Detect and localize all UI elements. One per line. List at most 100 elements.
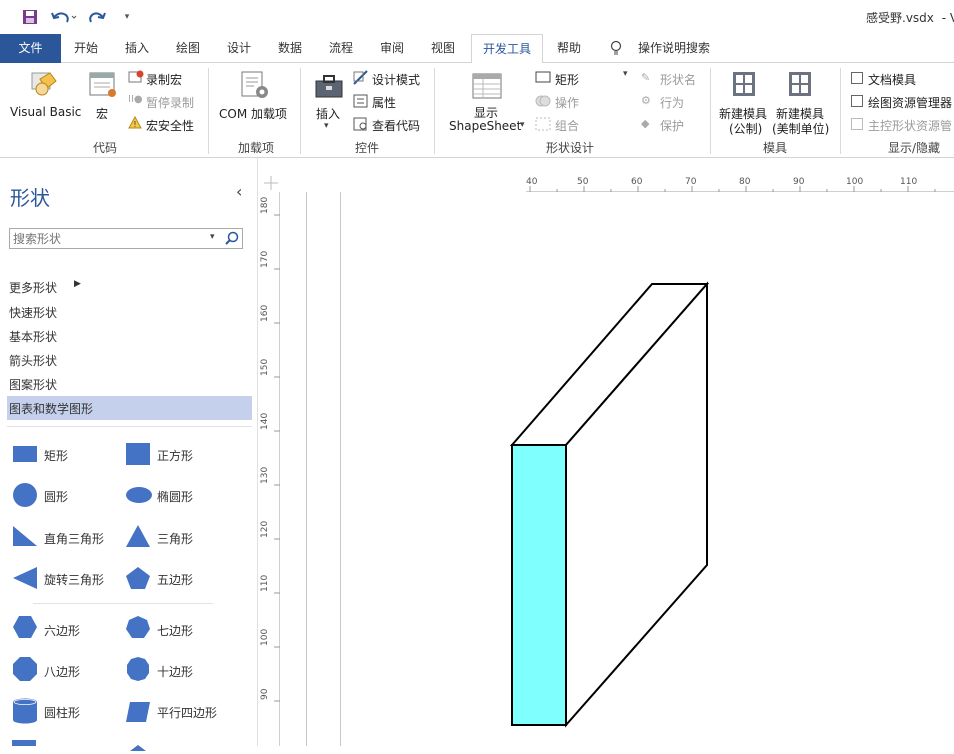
circle-shape-icon[interactable]	[12, 482, 38, 511]
undo-icon[interactable]	[48, 7, 80, 27]
properties-button[interactable]: 属性	[372, 94, 396, 111]
shapesheet-dropdown-icon[interactable]: ▾	[520, 120, 525, 130]
tab-home[interactable]: 开始	[66, 34, 106, 63]
tab-design[interactable]: 设计	[219, 34, 259, 63]
operations-icon	[535, 94, 551, 111]
rectangle-tool-button[interactable]: 矩形	[555, 71, 579, 88]
search-input[interactable]	[10, 229, 206, 248]
right-triangle-shape-icon[interactable]	[12, 525, 38, 550]
rectangle-dropdown-icon[interactable]: ▾	[623, 69, 628, 79]
svg-text:!: !	[133, 120, 136, 129]
view-code-icon	[353, 117, 369, 134]
more-shapes-menu[interactable]: 更多形状	[9, 279, 57, 296]
tab-insert[interactable]: 插入	[117, 34, 157, 63]
shape-label[interactable]: 十边形	[157, 663, 193, 680]
tab-help[interactable]: 帮助	[549, 34, 589, 63]
toolbox-icon	[314, 73, 346, 104]
square-shape-icon[interactable]	[125, 442, 151, 469]
tab-review[interactable]: 审阅	[372, 34, 412, 63]
category-pattern-shapes[interactable]: 图案形状	[9, 376, 57, 393]
design-mode-icon	[353, 70, 369, 88]
shape-label[interactable]: 圆形	[44, 488, 68, 505]
drawing-explorer-checkbox[interactable]	[851, 95, 863, 107]
shape-label[interactable]: 七边形	[157, 622, 193, 639]
shape-label[interactable]: 矩形	[44, 447, 68, 464]
tab-draw[interactable]: 绘图	[168, 34, 208, 63]
search-dropdown-icon[interactable]: ▾	[210, 232, 215, 242]
shape-label[interactable]: 平行四边形	[157, 704, 217, 721]
h-tick-label: 110	[900, 177, 918, 187]
search-box: ▾	[9, 228, 243, 249]
new-stencil-us-icon	[788, 71, 812, 100]
octagon-shape-icon[interactable]	[12, 656, 38, 685]
view-code-button[interactable]: 查看代码	[372, 117, 420, 134]
macro-button[interactable]: 宏	[96, 105, 108, 122]
category-charts-math[interactable]: 图表和数学图形	[9, 400, 93, 417]
us-units-label: (美制单位)	[772, 122, 830, 136]
chevron-right-icon: ▶	[74, 279, 81, 289]
doc-stencil-checkbox[interactable]	[851, 72, 863, 84]
hexagon-shape-icon[interactable]	[12, 615, 38, 642]
macro-security-button[interactable]: 宏安全性	[146, 117, 194, 134]
shape-label[interactable]: 圆柱形	[44, 704, 80, 721]
visual-basic-icon	[28, 69, 60, 102]
lightbulb-icon[interactable]	[606, 34, 626, 63]
h-tick-label: 60	[631, 177, 643, 187]
tab-developer[interactable]: 开发工具	[471, 34, 543, 64]
v-tick-label: 170	[260, 250, 270, 268]
design-mode-button[interactable]: 设计模式	[372, 71, 420, 88]
category-basic-shapes[interactable]: 基本形状	[9, 328, 57, 345]
ribbon: Visual Basic 宏 录制宏 II● 暂停录制 ! 宏安全性 代码 CO…	[0, 63, 954, 158]
com-addins-button[interactable]: COM 加载项	[219, 105, 287, 122]
tab-view[interactable]: 视图	[423, 34, 463, 63]
shape-label[interactable]: 旋转三角形	[44, 571, 104, 588]
category-quick-shapes[interactable]: 快速形状	[9, 304, 57, 321]
receptive-field-box[interactable]	[500, 275, 720, 735]
redo-icon[interactable]	[88, 7, 108, 27]
shape-label[interactable]: 五边形	[157, 571, 193, 588]
ellipse-shape-icon[interactable]	[125, 486, 153, 507]
pentagon-shape-icon[interactable]	[125, 566, 151, 593]
visual-basic-button[interactable]: Visual Basic	[10, 105, 81, 119]
master-explorer-label: 主控形状资源管	[868, 119, 953, 133]
customize-icon[interactable]: ▾	[120, 7, 134, 27]
shape-label[interactable]: 椭圆形	[157, 488, 193, 505]
master-explorer-checkbox	[851, 118, 863, 130]
insert-dropdown-icon[interactable]: ▾	[324, 121, 329, 131]
tab-file[interactable]: 文件	[0, 34, 61, 63]
shape-label[interactable]: 六边形	[44, 622, 80, 639]
shape-label[interactable]: 直角三角形	[44, 530, 104, 547]
v-tick-label: 160	[260, 304, 270, 322]
parallelogram-shape-icon[interactable]	[125, 701, 151, 726]
shape-label[interactable]: 三角形	[157, 530, 193, 547]
shape-label[interactable]: 八边形	[44, 663, 80, 680]
category-arrow-shapes[interactable]: 箭头形状	[9, 352, 57, 369]
group-separator	[434, 68, 435, 154]
v-tick-label: 120	[260, 520, 270, 538]
rectangle-shape-icon[interactable]	[12, 444, 38, 467]
tab-data[interactable]: 数据	[270, 34, 310, 63]
protect-button: 保护	[660, 119, 685, 133]
decagon-shape-icon[interactable]	[125, 656, 151, 685]
partial-shape-icon	[130, 740, 146, 754]
window-title: 感受野.vsdx - V	[866, 9, 954, 26]
file-name: 感受野.vsdx	[866, 11, 934, 25]
collapse-panel-icon[interactable]: ‹	[236, 182, 242, 201]
h-tick-label: 50	[577, 177, 589, 187]
v-tick-label: 90	[260, 688, 270, 700]
record-macro-icon	[128, 70, 144, 87]
insert-control-button[interactable]: 插入	[316, 105, 340, 122]
record-macro-button[interactable]: 录制宏	[146, 71, 182, 88]
rotated-triangle-shape-icon[interactable]	[12, 566, 38, 593]
cylinder-shape-icon[interactable]	[12, 698, 38, 727]
triangle-shape-icon[interactable]	[125, 524, 151, 551]
heptagon-shape-icon[interactable]	[125, 615, 151, 642]
save-icon[interactable]	[20, 7, 40, 27]
shapesheet-button[interactable]: ShapeSheet	[449, 119, 521, 133]
tab-process[interactable]: 流程	[321, 34, 361, 63]
shapesheet-icon	[472, 73, 502, 102]
search-icon[interactable]	[224, 230, 240, 249]
ruler-corner	[262, 174, 280, 192]
tell-me-search[interactable]: 操作说明搜索	[634, 34, 714, 63]
shape-label[interactable]: 正方形	[157, 447, 193, 464]
